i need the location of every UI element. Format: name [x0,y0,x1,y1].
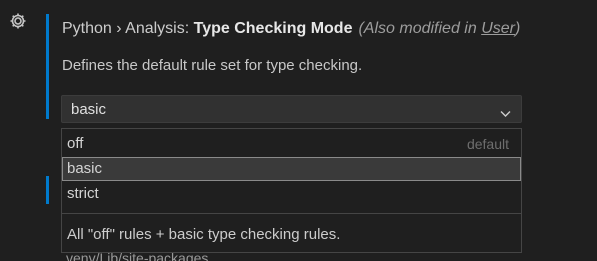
gear-icon[interactable] [9,12,27,30]
setting-focus-indicator [46,14,49,119]
setting-name: Type Checking Mode [193,20,353,37]
option-off[interactable]: off default [62,132,521,156]
background-setting-text: venv/Lib/site-packages [66,250,209,261]
chevron-down-icon [500,105,511,117]
modified-indicator: (Also modified in User) [358,20,520,37]
setting-description: Defines the default rule set for type ch… [62,57,363,74]
option-description: All "off" rules + basic type checking ru… [67,226,341,243]
option-label: basic [67,160,103,177]
select-dropdown-list: off default basic strict All "off" rules… [61,128,522,253]
dropdown-divider [62,213,521,214]
modified-user-link[interactable]: User [481,20,515,37]
settings-editor: Python › Analysis: Type Checking Mode (Al… [0,0,597,261]
option-strict[interactable]: strict [62,182,521,206]
option-label: strict [67,185,99,202]
select-current-value: basic [71,101,107,118]
setting-title: Python › Analysis: Type Checking Mode (Al… [62,20,520,38]
setting-category: Python › Analysis: [62,20,194,37]
option-basic[interactable]: basic [62,157,521,181]
modified-prefix: (Also modified in [358,20,482,37]
modified-suffix: ) [514,20,521,37]
type-checking-mode-select[interactable]: basic [61,95,522,123]
setting-focus-indicator-lower [46,176,49,204]
option-label: off [67,135,84,152]
option-default-hint: default [466,136,509,152]
